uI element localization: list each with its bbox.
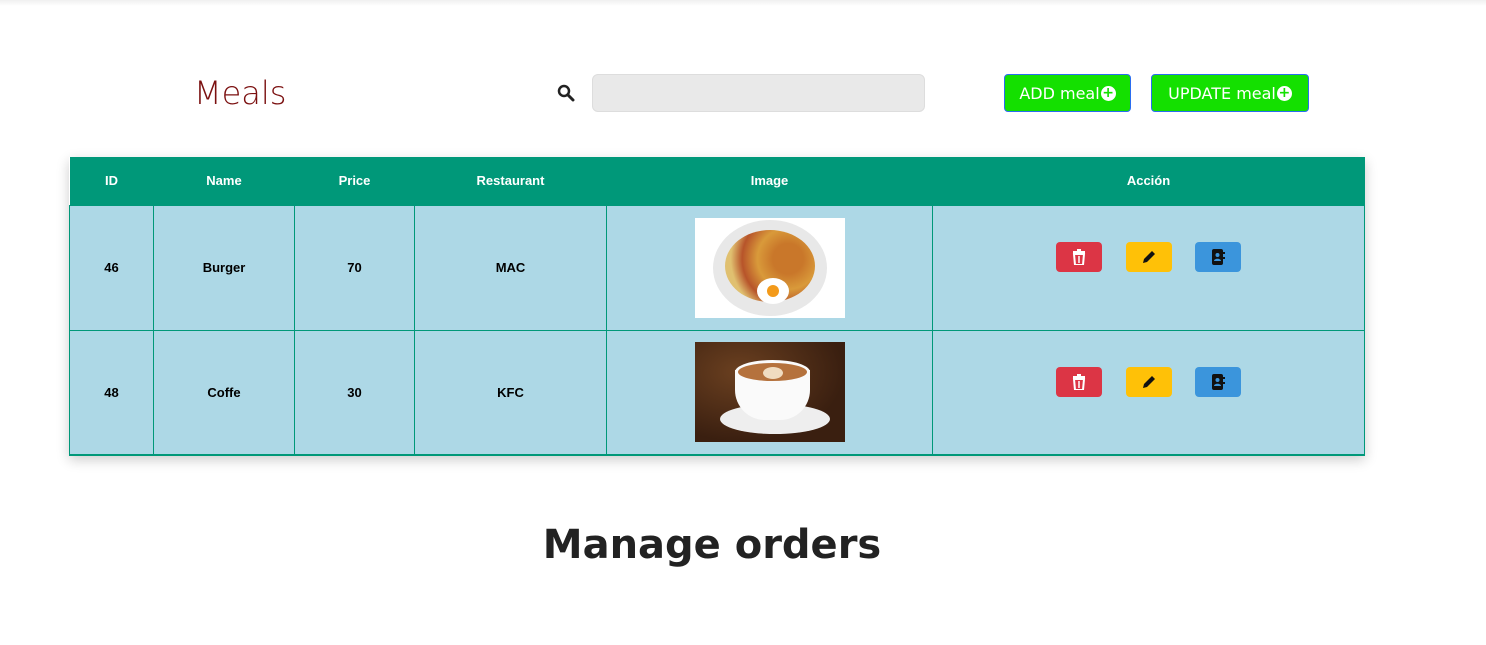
cell-actions	[932, 204, 1365, 331]
update-meal-label: UPDATE meal	[1168, 83, 1276, 103]
cell-id: 48	[69, 329, 154, 456]
trash-icon	[1072, 373, 1085, 390]
edit-button[interactable]	[1125, 241, 1172, 272]
manage-orders-heading: Manage orders	[542, 522, 882, 568]
edit-button[interactable]	[1125, 366, 1172, 397]
cell-restaurant: MAC	[414, 204, 607, 331]
details-button[interactable]	[1195, 241, 1242, 272]
table-row: 48 Coffe 30 KFC	[69, 329, 1365, 456]
header-image: Image	[606, 157, 933, 205]
pencil-icon	[1142, 375, 1155, 388]
delete-button[interactable]	[1055, 241, 1102, 272]
cell-name: Coffe	[153, 329, 295, 456]
address-book-icon	[1212, 248, 1226, 265]
add-meal-label: ADD meal	[1019, 83, 1100, 103]
cell-restaurant: KFC	[414, 329, 607, 456]
cell-name: Burger	[153, 204, 295, 331]
table-row: 46 Burger 70 MAC	[69, 204, 1365, 331]
address-book-icon	[1212, 373, 1226, 390]
meals-table: ID Name Price Restaurant Image Acción 46…	[69, 157, 1365, 456]
table-header-row: ID Name Price Restaurant Image Acción	[69, 157, 1365, 205]
add-meal-button[interactable]: ADD meal +	[1004, 74, 1131, 112]
plus-circle-icon: +	[1276, 85, 1292, 101]
page-top-edge	[0, 0, 1486, 6]
header-name: Name	[153, 157, 295, 205]
header-price: Price	[294, 157, 415, 205]
pencil-icon	[1142, 250, 1155, 263]
cell-image	[606, 329, 933, 456]
delete-button[interactable]	[1055, 366, 1102, 397]
search-input[interactable]	[592, 74, 925, 112]
header-action: Acción	[932, 157, 1365, 205]
meal-image-food-plate	[694, 217, 845, 318]
trash-icon	[1072, 248, 1085, 265]
cell-price: 70	[294, 204, 415, 331]
header-id: ID	[69, 157, 154, 205]
cell-id: 46	[69, 204, 154, 331]
meals-title: Meals	[194, 74, 287, 112]
details-button[interactable]	[1195, 366, 1242, 397]
update-meal-button[interactable]: UPDATE meal +	[1151, 74, 1309, 112]
meal-image-coffee	[694, 342, 845, 443]
cell-image	[606, 204, 933, 331]
cell-actions	[932, 329, 1365, 456]
header-restaurant: Restaurant	[414, 157, 607, 205]
cell-price: 30	[294, 329, 415, 456]
plus-circle-icon: +	[1100, 85, 1116, 101]
search-icon	[557, 84, 575, 102]
